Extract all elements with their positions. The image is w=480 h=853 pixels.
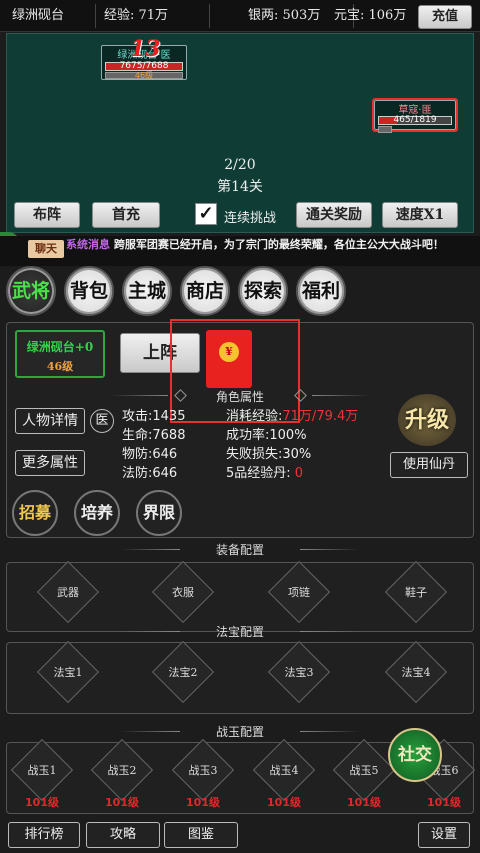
nav-city[interactable]: 主城 bbox=[122, 266, 172, 316]
treasure-2-label: 法宝2 bbox=[168, 666, 198, 679]
jade-4-level: 101级 bbox=[267, 796, 301, 809]
stat-phys-def: 物防:646 bbox=[122, 447, 178, 462]
chat-message: 系统消息 跨服军团赛已经开启，为了宗门的最终荣耀，各位主公大大战斗吧！ bbox=[66, 238, 466, 251]
more-attr-button[interactable]: 更多属性 bbox=[15, 450, 85, 476]
ingot-value: 元宝: 106万 bbox=[334, 8, 407, 23]
equip-1-label: 武器 bbox=[57, 586, 79, 599]
jade-3-level: 101级 bbox=[186, 796, 220, 809]
upgrade-button[interactable]: 升级 bbox=[398, 394, 456, 446]
train-button[interactable]: 培养 bbox=[74, 490, 120, 536]
equip-title: 装备配置 bbox=[215, 543, 264, 557]
nav-shop[interactable]: 商店 bbox=[180, 266, 230, 316]
treasure-4-label: 法宝4 bbox=[401, 666, 431, 679]
first-charge-button[interactable]: 首充 bbox=[92, 202, 160, 228]
exp-pill-value: 0 bbox=[294, 466, 304, 481]
stage-label: 第14关 bbox=[217, 179, 263, 195]
stat-fail-loss: 失败损失:30% bbox=[226, 447, 312, 462]
divider bbox=[120, 549, 180, 550]
jade-1-level: 101级 bbox=[25, 796, 59, 809]
settings-button[interactable]: 设置 bbox=[418, 822, 470, 848]
stat-attack: 攻击:1435 bbox=[122, 409, 186, 424]
hero-level: 46级 bbox=[46, 360, 74, 373]
divider bbox=[120, 731, 180, 732]
hero-card[interactable]: 绿洲砚台+0 46级 bbox=[15, 330, 105, 378]
auto-challenge-label: 连续挑战 bbox=[224, 211, 277, 226]
class-badge: 医 bbox=[90, 409, 114, 433]
stat-success-rate: 成功率:100% bbox=[226, 428, 307, 443]
chat-system-label: 系统消息 bbox=[66, 238, 110, 251]
recharge-button[interactable]: 充值 bbox=[418, 5, 472, 29]
jade-4-label: 战玉4 bbox=[269, 764, 299, 777]
equip-2-label: 衣服 bbox=[172, 586, 194, 599]
player-level-bar: 46级 bbox=[105, 71, 183, 80]
divider bbox=[120, 631, 180, 632]
red-envelope-highlight bbox=[170, 319, 300, 423]
nav-explore[interactable]: 探索 bbox=[238, 266, 288, 316]
stat-hp: 生命:7688 bbox=[122, 428, 186, 443]
treasure-title: 法宝配置 bbox=[215, 625, 264, 639]
enemy-name: 草寇·匪 bbox=[398, 105, 432, 116]
exp-cost-value: 71万/79.4万 bbox=[282, 409, 359, 424]
enemy-hp-box: 草寇·匪 465/1819 bbox=[374, 100, 456, 133]
treasure-3-label: 法宝3 bbox=[284, 666, 314, 679]
equip-4-label: 鞋子 bbox=[405, 586, 427, 599]
attr-title: 角色属性 bbox=[215, 390, 264, 404]
nav-hero[interactable]: 武将 bbox=[6, 266, 56, 316]
auto-challenge-checkbox[interactable]: ✓ bbox=[195, 203, 217, 225]
jade-title: 战玉配置 bbox=[215, 725, 264, 739]
jade-1-label: 战玉1 bbox=[27, 764, 57, 777]
exp-value: 经验: 71万 bbox=[98, 4, 210, 28]
stat-magic-def: 法防:646 bbox=[122, 466, 178, 481]
jade-3-label: 战玉3 bbox=[188, 764, 218, 777]
divider bbox=[110, 395, 168, 396]
divider bbox=[300, 731, 360, 732]
player-level: 46级 bbox=[134, 71, 154, 80]
jade-2-level: 101级 bbox=[105, 796, 139, 809]
speed-button[interactable]: 速度X1 bbox=[382, 202, 458, 228]
hero-detail-button[interactable]: 人物详情 bbox=[15, 408, 85, 434]
combo-counter: 13 bbox=[130, 36, 161, 62]
nav-bag[interactable]: 背包 bbox=[64, 266, 114, 316]
server-name: 绿洲砚台 bbox=[6, 4, 96, 28]
chat-tab[interactable]: 聊天 bbox=[28, 240, 64, 258]
enemy-hp-bar: 465/1819 bbox=[378, 115, 452, 125]
equip-3-label: 项链 bbox=[288, 586, 310, 599]
jade-6-level: 101级 bbox=[427, 796, 461, 809]
jade-5-level: 101级 bbox=[347, 796, 381, 809]
enemy-hp-text: 465/1819 bbox=[393, 115, 437, 125]
recruit-button[interactable]: 招募 bbox=[12, 490, 58, 536]
treasure-1-label: 法宝1 bbox=[53, 666, 83, 679]
chat-text: 跨服军团赛已经开启，为了宗门的最终荣耀，各位主公大大战斗吧！ bbox=[113, 238, 444, 251]
use-pill-button[interactable]: 使用仙丹 bbox=[390, 452, 468, 478]
social-button[interactable]: 社交 bbox=[388, 728, 442, 782]
divider bbox=[300, 549, 360, 550]
divider bbox=[312, 395, 370, 396]
limit-button[interactable]: 界限 bbox=[136, 490, 182, 536]
exp-pill-label: 5品经验丹: bbox=[226, 466, 291, 481]
formation-button[interactable]: 布阵 bbox=[14, 202, 80, 228]
stat-exp-pill: 5品经验丹: 0 bbox=[226, 466, 303, 482]
hero-name: 绿洲砚台+0 bbox=[26, 340, 94, 354]
jade-5-label: 战玉5 bbox=[349, 764, 379, 777]
divider bbox=[300, 631, 360, 632]
atlas-button[interactable]: 图鉴 bbox=[164, 822, 238, 848]
nav-welfare[interactable]: 福利 bbox=[296, 266, 346, 316]
rank-button[interactable]: 排行榜 bbox=[8, 822, 80, 848]
exp-cost-label: 消耗经验: bbox=[226, 409, 283, 424]
jade-2-label: 战玉2 bbox=[107, 764, 137, 777]
guide-button[interactable]: 攻略 bbox=[86, 822, 160, 848]
wave-counter: 2/20 bbox=[224, 157, 256, 173]
clear-reward-button[interactable]: 通关奖励 bbox=[296, 202, 372, 228]
stat-exp-cost: 消耗经验:71万/79.4万 bbox=[226, 409, 358, 425]
enemy-energy-bar bbox=[378, 126, 392, 133]
